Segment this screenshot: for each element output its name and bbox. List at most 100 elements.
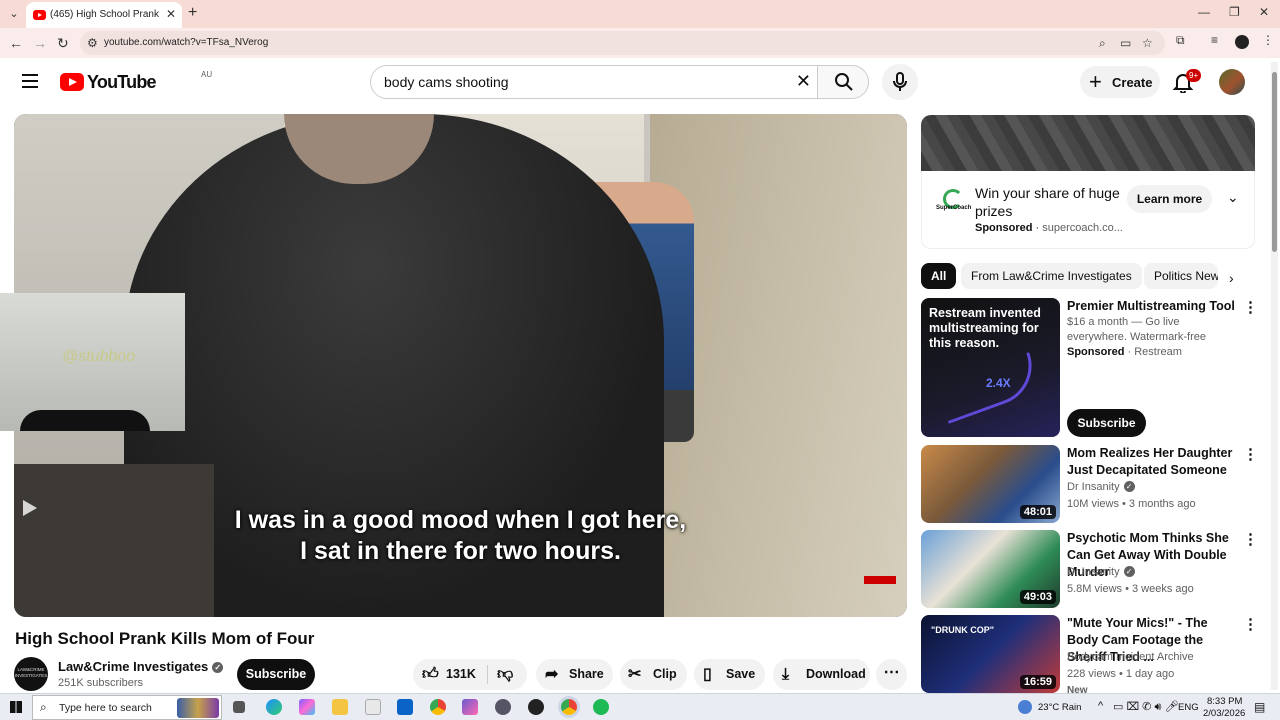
profile-avatar-icon[interactable] bbox=[1235, 35, 1249, 49]
browser-menu-icon[interactable]: ⋮ bbox=[1262, 33, 1274, 47]
clear-search-icon[interactable]: ✕ bbox=[796, 71, 811, 92]
subscribe-button[interactable]: Subscribe bbox=[237, 659, 315, 690]
ad-title[interactable]: Win your share of huge prizes bbox=[975, 184, 1135, 220]
recommendation-channel-name[interactable]: Dr Insanity bbox=[1067, 566, 1120, 578]
download-button[interactable]: ⤓ Download bbox=[773, 659, 870, 690]
chrome-active-icon[interactable] bbox=[561, 699, 577, 715]
chevron-down-icon[interactable]: ⌄ bbox=[1227, 189, 1239, 206]
promo-stat: 2.4X bbox=[986, 376, 1011, 390]
thumbs-up-icon: 👍︎ bbox=[422, 666, 439, 683]
language-indicator[interactable]: ENG bbox=[1178, 702, 1199, 713]
taskbar-search-input[interactable]: ⌕ Type here to search bbox=[32, 695, 222, 720]
recommendation-channel[interactable]: Dr Insanity ✓ bbox=[1067, 481, 1135, 493]
like-count: 131K bbox=[446, 667, 476, 681]
bookmark-star-icon[interactable]: ☆ bbox=[1142, 36, 1153, 50]
edge-icon[interactable] bbox=[266, 699, 282, 715]
promo-title[interactable]: Premier Multistreaming Tool bbox=[1067, 298, 1237, 315]
recommendation-channel[interactable]: Dr Insanity ✓ bbox=[1067, 566, 1135, 578]
chip-from-channel[interactable]: From Law&Crime Investigates bbox=[961, 263, 1142, 289]
new-tab-plus-icon[interactable]: + bbox=[188, 4, 197, 22]
url-text[interactable]: youtube.com/watch?v=TFsa_NVerog bbox=[104, 37, 268, 48]
recommendation-more-icon[interactable]: ⋮ bbox=[1243, 530, 1258, 548]
forward-arrow-icon[interactable]: → bbox=[33, 35, 47, 51]
clock-time[interactable]: 8:33 PM bbox=[1207, 696, 1242, 707]
zoom-icon[interactable]: ⌕ bbox=[1099, 36, 1106, 51]
user-avatar[interactable] bbox=[1219, 69, 1245, 95]
recommendation-more-icon[interactable]: ⋮ bbox=[1243, 445, 1258, 463]
save-button[interactable]: ▯ Save bbox=[694, 659, 765, 690]
minimize-icon[interactable]: — bbox=[1198, 5, 1210, 19]
spotify-icon[interactable] bbox=[593, 699, 609, 715]
play-icon[interactable] bbox=[23, 500, 37, 516]
share-button[interactable]: ➦ Share bbox=[536, 659, 613, 690]
tray-icons[interactable]: ▭ ⌧ ✆ 🔊︎ 🎤︎ bbox=[1113, 700, 1178, 714]
recommendation-channel[interactable]: Bodycam Incident Archive bbox=[1067, 651, 1194, 663]
windows-start-icon[interactable] bbox=[10, 701, 22, 713]
weather-rain-icon[interactable] bbox=[1018, 700, 1032, 714]
sponsored-ad-card[interactable]: SuperCoach Win your share of huge prizes… bbox=[921, 171, 1255, 249]
mail-icon[interactable] bbox=[397, 699, 413, 715]
store-icon[interactable] bbox=[365, 699, 381, 715]
restore-icon[interactable]: ❐ bbox=[1229, 5, 1240, 19]
tab-list-chevron-icon[interactable]: ⌄ bbox=[6, 6, 22, 22]
browser-tab[interactable]: (465) High School Prank Kills Mom of Fou… bbox=[26, 2, 182, 28]
more-actions-icon[interactable]: ⋯ bbox=[876, 659, 907, 690]
recommendation-thumbnail[interactable]: "DRUNK COP" 16:59 bbox=[921, 615, 1060, 693]
recommendation-thumbnail[interactable]: 49:03 bbox=[921, 530, 1060, 608]
notifications-center-icon[interactable]: ▤ bbox=[1254, 700, 1265, 714]
share-arrow-icon: ➦ bbox=[545, 666, 559, 683]
search-button[interactable] bbox=[817, 65, 869, 99]
recommendation-channel-name[interactable]: Dr Insanity bbox=[1067, 481, 1120, 493]
recommendation-title[interactable]: Mom Realizes Her Daughter Just Decapitat… bbox=[1067, 445, 1237, 479]
overlay-watermark: @stubboo bbox=[62, 348, 136, 365]
promo-subscribe-button[interactable]: Subscribe bbox=[1067, 409, 1146, 437]
chip-politics-news[interactable]: Politics News bbox=[1144, 263, 1218, 289]
ad-banner-image[interactable] bbox=[921, 115, 1255, 171]
ad-logo-text: SuperCoach bbox=[936, 205, 972, 211]
hamburger-menu-icon[interactable] bbox=[22, 74, 38, 88]
back-arrow-icon[interactable]: ← bbox=[9, 35, 23, 51]
chevron-right-icon[interactable]: › bbox=[1229, 270, 1234, 286]
channel-name[interactable]: Law&Crime Investigates ✓ bbox=[58, 659, 224, 674]
dislike-button[interactable]: 👎︎ bbox=[487, 659, 527, 690]
search-icon bbox=[835, 73, 853, 91]
tray-chevron-icon[interactable]: ^ bbox=[1098, 700, 1103, 712]
app-icon[interactable] bbox=[462, 699, 478, 715]
scrollbar-thumb[interactable] bbox=[1272, 72, 1277, 252]
search-query[interactable]: body cams shooting bbox=[384, 74, 509, 90]
subscribe-watermark-icon[interactable] bbox=[864, 576, 896, 584]
search-highlight-icon[interactable] bbox=[177, 698, 219, 718]
voice-search-button[interactable] bbox=[882, 64, 918, 100]
channel-name-text[interactable]: Law&Crime Investigates bbox=[58, 659, 208, 674]
promo-more-icon[interactable]: ⋮ bbox=[1243, 298, 1258, 316]
verified-check-icon: ✓ bbox=[1123, 566, 1135, 577]
chrome-icon[interactable] bbox=[430, 699, 446, 715]
reading-list-icon[interactable]: ≡ bbox=[1211, 33, 1218, 47]
promo-thumbnail[interactable]: Restream invented multistreaming for thi… bbox=[921, 298, 1060, 437]
create-button[interactable]: + Create bbox=[1080, 66, 1160, 98]
channel-avatar[interactable]: LAW&CRIME INVESTIGATES bbox=[14, 657, 48, 691]
clip-button[interactable]: ✂ Clip bbox=[620, 659, 687, 690]
like-button[interactable]: 👍︎ 131K bbox=[413, 659, 487, 690]
site-info-icon[interactable]: ⚙ bbox=[87, 36, 98, 50]
youtube-header: YouTube AU body cams shooting ✕ + Create… bbox=[0, 58, 1280, 108]
recommendation-thumbnail[interactable]: 48:01 bbox=[921, 445, 1060, 523]
clock-date[interactable]: 2/03/2026 bbox=[1203, 708, 1245, 719]
extensions-puzzle-icon[interactable]: ⧉ bbox=[1176, 33, 1185, 48]
page-scrollbar[interactable] bbox=[1271, 62, 1278, 690]
address-bar[interactable]: ⚙ youtube.com/watch?v=TFsa_NVerog ⌕ ▭ ☆ bbox=[80, 31, 1165, 55]
tab-close-icon[interactable]: ✕ bbox=[166, 7, 176, 21]
task-view-icon[interactable] bbox=[233, 701, 245, 713]
learn-more-button[interactable]: Learn more bbox=[1127, 185, 1212, 213]
recommendation-more-icon[interactable]: ⋮ bbox=[1243, 615, 1258, 633]
weather-text[interactable]: 23°C Rain bbox=[1038, 702, 1081, 713]
chip-all[interactable]: All bbox=[921, 263, 957, 289]
file-explorer-icon[interactable] bbox=[332, 699, 348, 715]
copilot-icon[interactable] bbox=[299, 699, 315, 715]
cast-icon[interactable]: ▭ bbox=[1120, 36, 1131, 50]
search-input[interactable]: body cams shooting ✕ bbox=[370, 65, 818, 99]
window-close-icon[interactable]: ✕ bbox=[1259, 5, 1269, 19]
app-icon-3[interactable] bbox=[528, 699, 544, 715]
app-icon-2[interactable] bbox=[495, 699, 511, 715]
reload-icon[interactable]: ↻ bbox=[57, 35, 69, 52]
